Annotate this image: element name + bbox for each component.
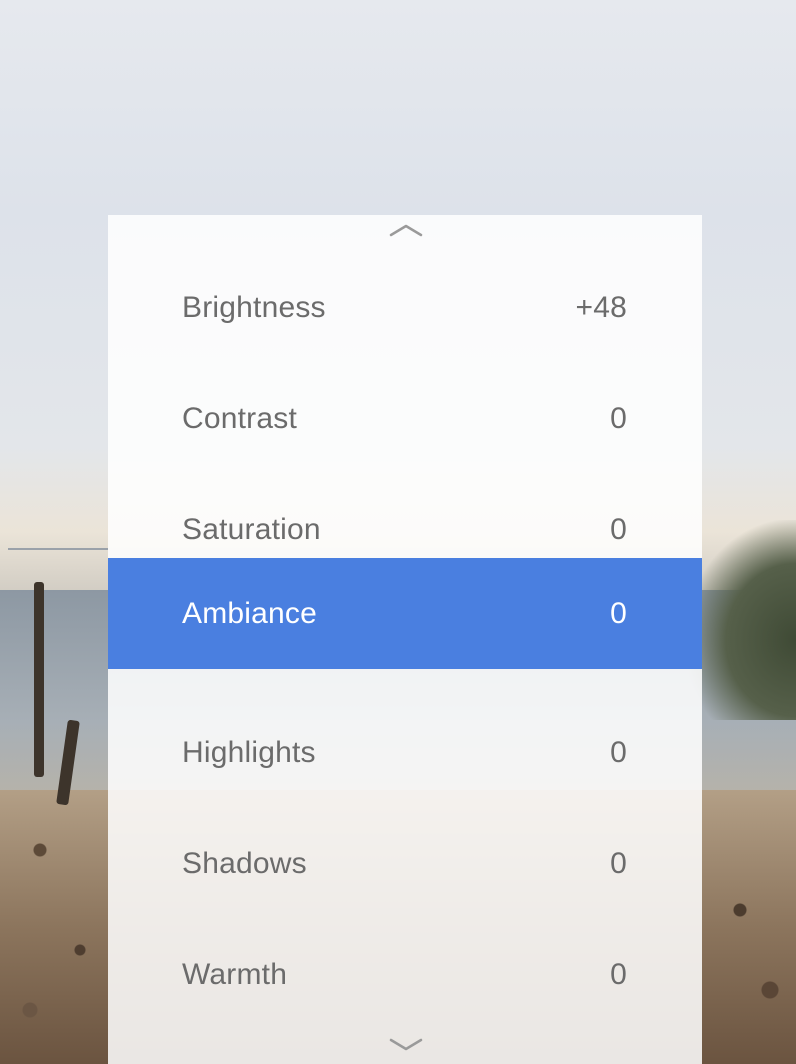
adjustment-value: 0: [610, 402, 627, 435]
adjustment-value: 0: [610, 847, 627, 880]
chevron-down-icon[interactable]: [389, 1036, 423, 1057]
background-crane: [8, 548, 108, 600]
adjustment-value: 0: [610, 513, 627, 546]
adjustment-item-ambiance[interactable]: Ambiance 0: [108, 558, 702, 669]
background-pole: [34, 582, 44, 777]
adjustment-item-highlights[interactable]: Highlights 0: [108, 723, 702, 783]
adjustment-item-contrast[interactable]: Contrast 0: [108, 389, 702, 449]
adjustment-label: Brightness: [182, 291, 326, 324]
adjustment-label: Ambiance: [182, 596, 318, 630]
adjustment-label: Warmth: [182, 958, 288, 991]
background-hill: [686, 520, 796, 720]
adjustment-item-warmth[interactable]: Warmth 0: [108, 945, 702, 1005]
adjustment-value: 0: [610, 596, 627, 630]
photo-editor-screen: Brightness +48 Contrast 0 Saturation 0 A…: [0, 0, 796, 1064]
adjustment-value: 0: [610, 736, 627, 769]
adjustment-label: Contrast: [182, 402, 297, 435]
adjustment-item-brightness[interactable]: Brightness +48: [108, 278, 702, 338]
adjustment-label: Saturation: [182, 513, 321, 546]
adjustment-value: +48: [575, 291, 627, 324]
adjustment-item-shadows[interactable]: Shadows 0: [108, 834, 702, 894]
adjustment-value: 0: [610, 958, 627, 991]
chevron-up-icon[interactable]: [389, 222, 423, 243]
adjustment-item-saturation[interactable]: Saturation 0: [108, 500, 702, 560]
adjustment-label: Highlights: [182, 736, 316, 769]
adjustment-label: Shadows: [182, 847, 307, 880]
